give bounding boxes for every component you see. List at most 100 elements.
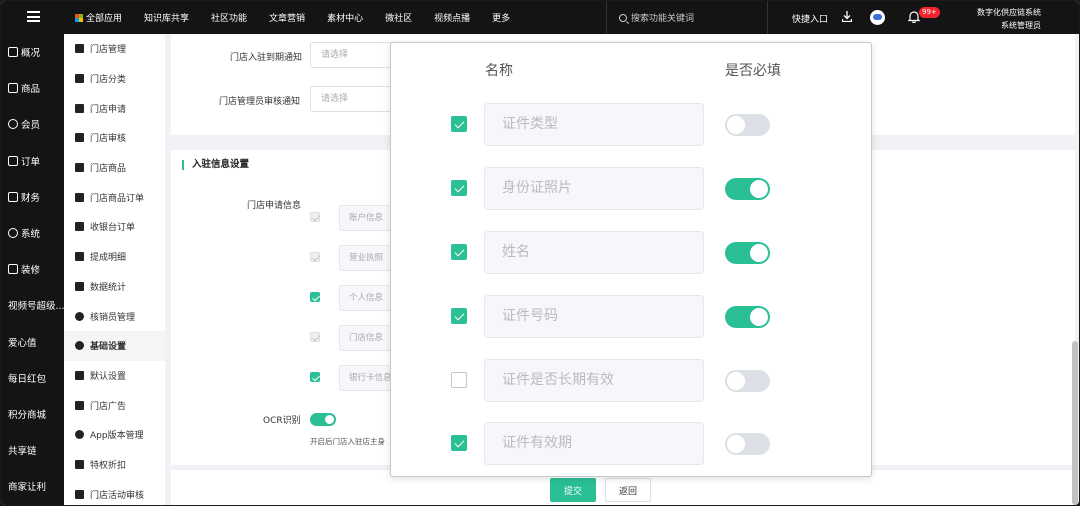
column-header-required: 是否必填 — [725, 63, 781, 79]
menu-icon[interactable] — [27, 11, 40, 22]
ocr-toggle[interactable] — [310, 413, 336, 426]
submenu-basic-settings[interactable]: 基础设置 — [64, 330, 165, 361]
submenu-verifier-manage[interactable]: 核销员管理 — [64, 301, 165, 331]
field-row-id-validity: 证件有效期 — [391, 422, 873, 466]
submenu-cashier-orders[interactable]: 收银台订单 — [64, 212, 165, 242]
submenu-app-version[interactable]: App版本管理 — [64, 420, 165, 450]
field-row-id-photo: 身份证照片 — [391, 167, 873, 211]
clipboard-icon — [75, 192, 84, 202]
field-name-id-type: 证件类型 — [484, 103, 704, 146]
rail-item-video-super[interactable]: 视频号超级... — [1, 287, 64, 323]
id-fields-dialog: 名称 是否必填 证件类型 身份证照片 姓名 证件号码 证件是否长期有效 证件有效… — [390, 42, 872, 477]
submenu-store-goods-orders[interactable]: 门店商品订单 — [64, 182, 165, 212]
rail-item-daily-redpacket[interactable]: 每日红包 — [1, 360, 64, 396]
search-input[interactable]: 搜索功能关键词 — [606, 1, 768, 34]
account-info[interactable]: 数字化供应链系统 系统管理员 — [977, 6, 1041, 32]
folder-icon — [75, 103, 84, 113]
submenu-store-audit[interactable]: 门店审核 — [64, 123, 165, 153]
nav-micro-community[interactable]: 微社区 — [385, 11, 412, 24]
submenu-store-goods[interactable]: 门店商品 — [64, 153, 165, 183]
submit-button[interactable]: 提交 — [550, 478, 596, 502]
notify-audit-label: 门店管理员审核通知 — [219, 97, 301, 107]
enable-checkbox-id-photo[interactable] — [451, 180, 467, 196]
field-name-id-photo: 身份证照片 — [484, 167, 704, 210]
nav-all-apps[interactable]: 全部应用 — [75, 11, 122, 24]
apply-checkbox-personal[interactable] — [310, 292, 320, 302]
submenu-store-activity-audit[interactable]: 门店活动审核 — [64, 479, 165, 505]
required-toggle-id-photo[interactable] — [725, 178, 770, 200]
gear-icon — [75, 341, 84, 351]
enable-checkbox-name[interactable] — [451, 244, 467, 260]
ocr-help-text: 开启后门店入驻店主身 — [310, 437, 385, 446]
rail-item-share-chain[interactable]: 共享链 — [1, 432, 64, 468]
search-placeholder: 搜索功能关键词 — [631, 14, 695, 24]
rail-item-points-mall[interactable]: 积分商城 — [1, 396, 64, 432]
tag-icon — [75, 459, 84, 469]
submenu-commission-detail[interactable]: 提成明细 — [64, 242, 165, 272]
cashier-icon — [75, 222, 84, 232]
rail-item-overview[interactable]: 概况 — [1, 34, 64, 70]
apply-checkbox-store[interactable] — [310, 332, 320, 342]
rail-item-goods[interactable]: 商品 — [1, 70, 64, 106]
enable-checkbox-id-number[interactable] — [451, 308, 467, 324]
page-scrollbar[interactable] — [1072, 341, 1078, 505]
enable-checkbox-id-validity[interactable] — [451, 435, 467, 451]
field-row-name: 姓名 — [391, 231, 873, 275]
nav-knowledge[interactable]: 知识库共享 — [144, 11, 189, 24]
nav-more[interactable]: 更多 — [492, 11, 510, 24]
cart-icon — [8, 155, 18, 166]
apply-checkbox-license[interactable] — [310, 252, 320, 262]
enable-checkbox-id-type[interactable] — [451, 116, 467, 132]
field-name-id-validity: 证件有效期 — [484, 422, 704, 465]
download-icon[interactable] — [842, 11, 852, 22]
notify-expire-label: 门店入驻到期通知 — [230, 53, 303, 63]
submenu-default-settings[interactable]: 默认设置 — [64, 361, 165, 391]
apply-checkbox-bankcard[interactable] — [310, 372, 320, 382]
submenu-data-stats[interactable]: 数据统计 — [64, 272, 165, 302]
nav-article-marketing[interactable]: 文章营销 — [269, 11, 305, 24]
quick-entry-link[interactable]: 快捷入口 — [792, 12, 828, 25]
gears-icon — [75, 430, 84, 440]
notify-expire-select[interactable]: 请选择 — [310, 42, 400, 68]
required-toggle-id-validity[interactable] — [725, 433, 770, 455]
rail-item-members[interactable]: 会员 — [1, 106, 64, 142]
notify-audit-select[interactable]: 请选择 — [310, 86, 400, 112]
receipt-icon — [75, 252, 84, 262]
rail-item-system[interactable]: 系统 — [1, 215, 64, 251]
nav-video-on-demand[interactable]: 视频点播 — [434, 11, 470, 24]
submenu-store-apply[interactable]: 门店申请 — [64, 93, 165, 123]
nav-community[interactable]: 社区功能 — [211, 11, 247, 24]
store-submenu: 门店管理 门店分类 门店申请 门店审核 门店商品 门店商品订单 收银台订单 提成… — [64, 34, 165, 505]
top-bar: 全部应用 知识库共享 社区功能 文章营销 素材中心 微社区 视频点播 更多 搜索… — [1, 1, 1079, 34]
main-sidebar: 概况 商品 会员 订单 财务 系统 装修 视频号超级... 爱心值 每日红包 积… — [1, 34, 64, 505]
section-title: 入驻信息设置 — [182, 160, 249, 170]
rail-item-merchant-discount[interactable]: 商家让利 — [1, 468, 64, 504]
top-nav: 全部应用 知识库共享 社区功能 文章营销 素材中心 微社区 视频点播 更多 — [75, 1, 532, 34]
rail-item-love-value[interactable]: 爱心值 — [1, 324, 64, 360]
required-toggle-name[interactable] — [725, 242, 770, 264]
submenu-store-ads[interactable]: 门店广告 — [64, 390, 165, 420]
back-button[interactable]: 返回 — [605, 478, 651, 502]
field-row-id-type: 证件类型 — [391, 103, 873, 147]
ocr-label: OCR识别 — [263, 416, 301, 426]
apps-grid-icon — [75, 14, 83, 22]
submenu-store-category[interactable]: 门店分类 — [64, 64, 165, 94]
required-toggle-id-type[interactable] — [725, 114, 770, 136]
required-toggle-id-longterm[interactable] — [725, 370, 770, 392]
field-name-name: 姓名 — [484, 231, 704, 274]
enable-checkbox-id-longterm[interactable] — [451, 372, 467, 388]
apply-checkbox-account[interactable] — [310, 212, 320, 222]
submenu-privilege-discount[interactable]: 特权折扣 — [64, 450, 165, 480]
nav-material-center[interactable]: 素材中心 — [327, 11, 363, 24]
folder-check-icon — [75, 133, 84, 143]
goods-icon — [8, 83, 18, 94]
rail-item-finance[interactable]: 财务 — [1, 179, 64, 215]
required-toggle-id-number[interactable] — [725, 306, 770, 328]
gear-icon — [8, 228, 18, 239]
assistant-bot-icon[interactable] — [870, 10, 885, 25]
rail-item-orders[interactable]: 订单 — [1, 143, 64, 179]
field-row-id-number: 证件号码 — [391, 295, 873, 339]
brush-icon — [8, 264, 18, 275]
rail-item-decoration[interactable]: 装修 — [1, 251, 64, 287]
submenu-store-manage[interactable]: 门店管理 — [64, 34, 165, 64]
